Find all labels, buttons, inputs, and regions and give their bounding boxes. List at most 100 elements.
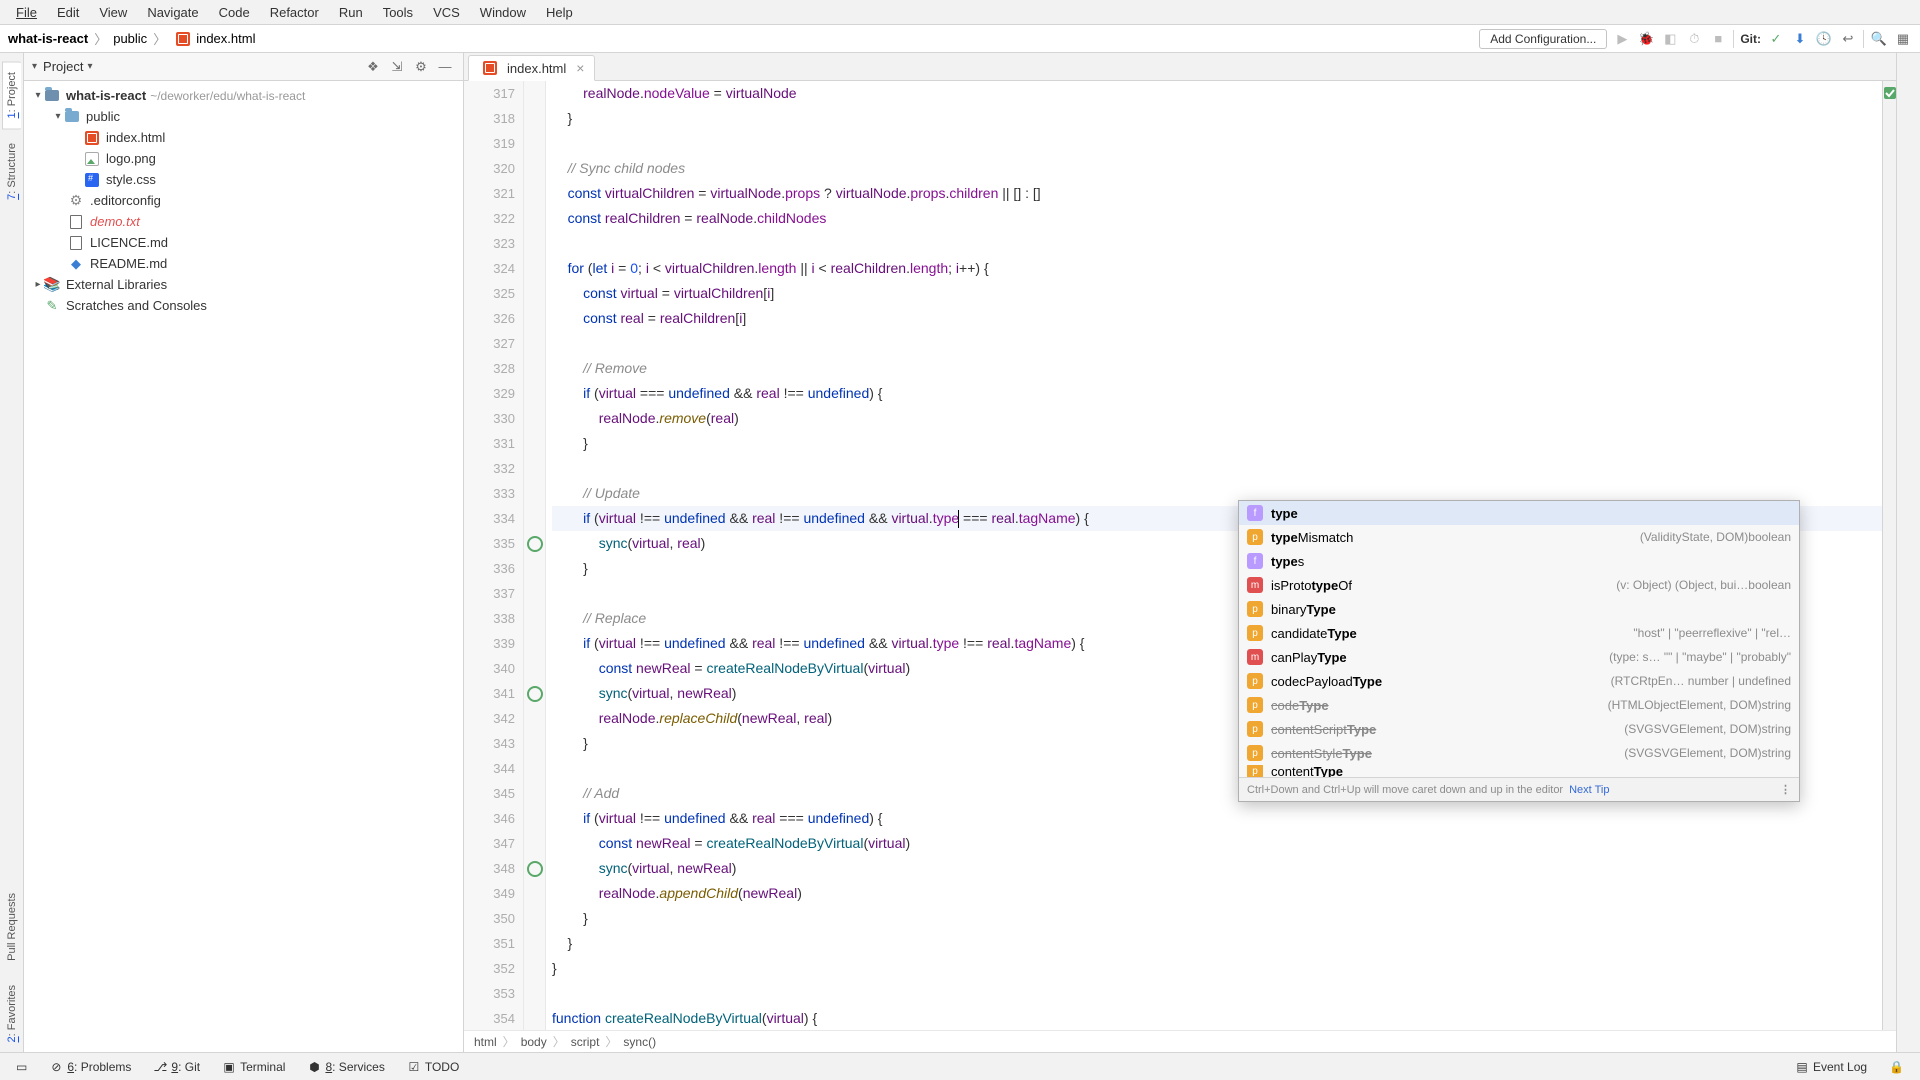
status-services[interactable]: ⬢8: Services (299, 1058, 392, 1076)
status-git[interactable]: ⎇9: Git (145, 1058, 208, 1076)
menu-code[interactable]: Code (209, 2, 260, 23)
menu-edit[interactable]: Edit (47, 2, 89, 23)
search-icon[interactable]: 🔍 (1870, 30, 1888, 48)
editor-tabs: index.html × (464, 53, 1896, 81)
autocomplete-item[interactable]: pcontentScriptType(SVGSVGElement, DOM)st… (1239, 717, 1799, 741)
autocomplete-item[interactable]: ftypes (1239, 549, 1799, 573)
crumb-body[interactable]: body (521, 1035, 547, 1049)
ide-settings-icon[interactable]: ▦ (1894, 30, 1912, 48)
gutter-annotations (524, 81, 546, 1030)
next-tip-link[interactable]: Next Tip (1569, 784, 1609, 796)
git-rollback-icon[interactable]: ↩ (1839, 30, 1857, 48)
status-event-log[interactable]: ▤Event Log (1787, 1058, 1875, 1076)
breadcrumb-project[interactable]: what-is-react (8, 31, 88, 46)
autocomplete-item[interactable]: pcontentStyleType(SVGSVGElement, DOM)str… (1239, 741, 1799, 765)
project-tree: ▾ what-is-react ~/deworker/edu/what-is-r… (24, 81, 463, 320)
tool-tab-favorites[interactable]: 2: Favorites (3, 975, 21, 1052)
autocomplete-item[interactable]: pcodeType(HTMLObjectElement, DOM)string (1239, 693, 1799, 717)
run-marker-icon[interactable] (527, 686, 543, 702)
autocomplete-item[interactable]: misPrototypeOf(v: Object) (Object, bui…b… (1239, 573, 1799, 597)
profile-icon[interactable]: ⏱ (1685, 30, 1703, 48)
crumb-html[interactable]: html (474, 1035, 497, 1049)
autocomplete-popup[interactable]: ftypeptypeMismatch(ValidityState, DOM)bo… (1238, 500, 1800, 802)
autocomplete-item[interactable]: pcandidateType"host" | "peerreflexive" |… (1239, 621, 1799, 645)
crumb-script[interactable]: script (571, 1035, 600, 1049)
breadcrumb-folder[interactable]: public (113, 31, 147, 46)
tree-file-logo[interactable]: logo.png (24, 148, 463, 169)
tool-tab-project[interactable]: 1: Project (2, 61, 21, 129)
tree-file-licence[interactable]: LICENCE.md (24, 232, 463, 253)
run-marker-icon[interactable] (527, 536, 543, 552)
menu-help[interactable]: Help (536, 2, 583, 23)
coverage-icon[interactable]: ◧ (1661, 30, 1679, 48)
autocomplete-item[interactable]: pbinaryType (1239, 597, 1799, 621)
left-tool-rail: 1: Project 7: Structure Pull Requests 2:… (0, 53, 24, 1052)
right-tool-rail (1896, 53, 1920, 1052)
line-number-gutter: 3173183193203213223233243253263273283293… (464, 81, 524, 1030)
tab-label: index.html (507, 61, 566, 76)
tree-file-demo[interactable]: demo.txt (24, 211, 463, 232)
menu-bar: File Edit View Navigate Code Refactor Ru… (0, 0, 1920, 25)
inspection-ok-icon[interactable] (1884, 87, 1896, 99)
locate-icon[interactable]: ❖ (363, 57, 383, 77)
autocomplete-item[interactable]: ftype (1239, 501, 1799, 525)
menu-vcs[interactable]: VCS (423, 2, 470, 23)
tool-tab-pull-requests[interactable]: Pull Requests (3, 883, 21, 971)
autocomplete-item[interactable]: pcontentType (1239, 765, 1799, 777)
project-view-dropdown-icon[interactable]: ▾ (88, 61, 93, 72)
menu-run[interactable]: Run (329, 2, 373, 23)
editor-breadcrumbs: html〉 body〉 script〉 sync() (464, 1030, 1896, 1052)
status-problems[interactable]: ⊘6: Problems (41, 1058, 139, 1076)
menu-refactor[interactable]: Refactor (260, 2, 329, 23)
run-icon[interactable]: ▶ (1613, 30, 1631, 48)
html-file-icon (176, 32, 190, 46)
run-marker-icon[interactable] (527, 861, 543, 877)
autocomplete-item[interactable]: ptypeMismatch(ValidityState, DOM)boolean (1239, 525, 1799, 549)
menu-navigate[interactable]: Navigate (137, 2, 208, 23)
status-bar: ▭ ⊘6: Problems ⎇9: Git ▣Terminal ⬢8: Ser… (0, 1052, 1920, 1080)
tree-root[interactable]: ▾ what-is-react ~/deworker/edu/what-is-r… (24, 85, 463, 106)
tool-tab-structure[interactable]: 7: Structure (3, 133, 21, 210)
tree-external-libraries[interactable]: ▸📚External Libraries (24, 274, 463, 295)
tool-window-toggle-icon[interactable]: ▭ (8, 1058, 35, 1076)
tree-scratches[interactable]: ✎Scratches and Consoles (24, 295, 463, 316)
autocomplete-more-icon[interactable]: ⋮ (1780, 783, 1791, 796)
project-tool-window: ▾ Project ▾ ❖ ⇲ ⚙ — ▾ what-is-react ~/de… (24, 53, 464, 1052)
autocomplete-item[interactable]: mcanPlayType(type: s… "" | "maybe" | "pr… (1239, 645, 1799, 669)
debug-icon[interactable]: 🐞 (1637, 30, 1655, 48)
navigation-bar: what-is-react 〉 public 〉 index.html Add … (0, 25, 1920, 53)
breadcrumb-separator: 〉 (153, 29, 166, 48)
breadcrumb-separator: 〉 (94, 29, 107, 48)
project-panel-title[interactable]: Project (43, 59, 83, 74)
html-file-icon (483, 61, 497, 75)
menu-window[interactable]: Window (470, 2, 536, 23)
status-terminal[interactable]: ▣Terminal (214, 1058, 293, 1076)
git-update-icon[interactable]: ⬇ (1791, 30, 1809, 48)
add-configuration-button[interactable]: Add Configuration... (1479, 29, 1607, 49)
close-tab-icon[interactable]: × (576, 60, 584, 76)
lock-icon[interactable]: 🔒 (1881, 1058, 1912, 1076)
tree-file-readme[interactable]: ◆README.md (24, 253, 463, 274)
tree-folder-public[interactable]: ▾ public (24, 106, 463, 127)
git-history-icon[interactable]: 🕓 (1815, 30, 1833, 48)
gear-icon[interactable]: ⚙ (411, 57, 431, 77)
editor-scrollbar-marks[interactable] (1882, 81, 1896, 1030)
autocomplete-tip: Ctrl+Down and Ctrl+Up will move caret do… (1247, 784, 1563, 796)
crumb-sync[interactable]: sync() (623, 1035, 656, 1049)
tree-file-index[interactable]: index.html (24, 127, 463, 148)
menu-tools[interactable]: Tools (373, 2, 423, 23)
stop-icon[interactable]: ■ (1709, 30, 1727, 48)
status-todo[interactable]: ☑TODO (399, 1058, 467, 1076)
autocomplete-item[interactable]: pcodecPayloadType(RTCRtpEn… number | und… (1239, 669, 1799, 693)
breadcrumb-file[interactable]: index.html (196, 31, 255, 46)
autocomplete-footer: Ctrl+Down and Ctrl+Up will move caret do… (1239, 777, 1799, 801)
tree-file-editorconfig[interactable]: ⚙.editorconfig (24, 190, 463, 211)
menu-view[interactable]: View (89, 2, 137, 23)
editor-tab-index[interactable]: index.html × (468, 55, 595, 81)
hide-icon[interactable]: — (435, 57, 455, 77)
expand-all-icon[interactable]: ⇲ (387, 57, 407, 77)
git-commit-icon[interactable]: ✓ (1767, 30, 1785, 48)
chevron-down-icon[interactable]: ▾ (32, 61, 37, 72)
tree-file-style[interactable]: style.css (24, 169, 463, 190)
menu-file[interactable]: File (6, 2, 47, 23)
